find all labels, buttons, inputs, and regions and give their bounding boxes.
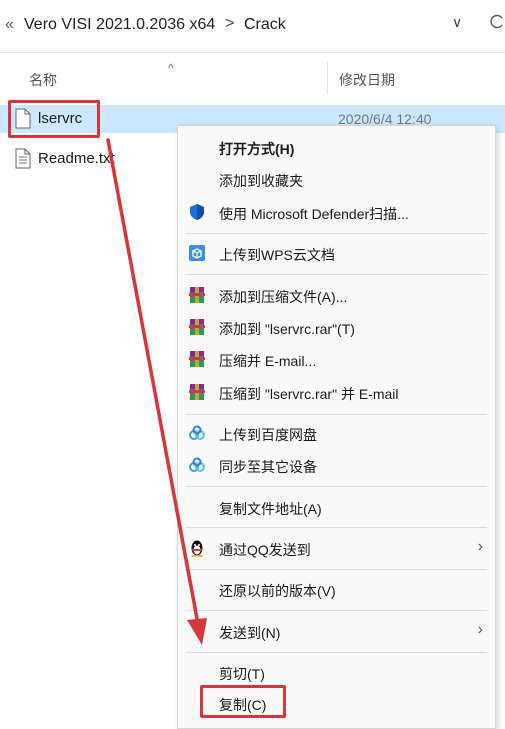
text-file-icon bbox=[15, 148, 31, 174]
refresh-icon[interactable] bbox=[490, 12, 504, 30]
winrar-icon bbox=[188, 318, 206, 336]
qq-penguin-icon bbox=[188, 539, 206, 557]
column-name-header[interactable]: 名称 bbox=[29, 70, 57, 90]
column-header: 名称 ^ 修改日期 bbox=[0, 60, 505, 94]
breadcrumb-overflow-button[interactable]: « bbox=[5, 16, 14, 34]
menu-item-compress-rar-email[interactable]: 压缩到 "lservrc.rar" 并 E-mail bbox=[178, 378, 495, 406]
menu-separator bbox=[186, 233, 487, 234]
menu-item-label: 打开方式(H) bbox=[219, 141, 295, 157]
menu-item-label: 添加到 "lservrc.rar"(T) bbox=[219, 321, 355, 337]
menu-item-label: 复制文件地址(A) bbox=[219, 501, 322, 517]
context-menu: 打开方式(H) 添加到收藏夹 使用 Microsoft Defender扫描..… bbox=[177, 125, 496, 729]
menu-item-label: 压缩并 E-mail... bbox=[219, 353, 317, 369]
menu-item-label: 同步至其它设备 bbox=[219, 459, 317, 475]
menu-item-label: 添加到压缩文件(A)... bbox=[219, 289, 348, 305]
menu-item-compress-email[interactable]: 压缩并 E-mail... bbox=[178, 345, 495, 373]
menu-item-label: 上传到百度网盘 bbox=[219, 427, 317, 443]
menu-item-send-via-qq[interactable]: 通过QQ发送到 › bbox=[178, 534, 495, 562]
menu-item-upload-baidu[interactable]: 上传到百度网盘 bbox=[178, 419, 495, 447]
menu-item-label: 通过QQ发送到 bbox=[219, 542, 311, 558]
submenu-arrow-icon: › bbox=[477, 621, 483, 638]
menu-item-label: 压缩到 "lservrc.rar" 并 E-mail bbox=[219, 386, 399, 402]
menu-item-label: 发送到(N) bbox=[219, 625, 281, 641]
baidu-netdisk-icon bbox=[188, 456, 206, 474]
address-history-dropdown-icon[interactable]: ∨ bbox=[452, 14, 462, 31]
wps-cloud-icon bbox=[188, 244, 206, 262]
address-bar: « Vero VISI 2021.0.2036 x64 > Crack ∨ bbox=[0, 0, 505, 53]
menu-item-label: 剪切(T) bbox=[219, 666, 265, 682]
menu-item-send-to[interactable]: 发送到(N) › bbox=[178, 617, 495, 645]
menu-item-copy-file-path[interactable]: 复制文件地址(A) bbox=[178, 493, 495, 521]
menu-item-upload-wps[interactable]: 上传到WPS云文档 bbox=[178, 239, 495, 267]
breadcrumb-crack[interactable]: Crack bbox=[244, 16, 286, 34]
file-name: Readme.txt bbox=[38, 150, 115, 167]
menu-item-label: 还原以前的版本(V) bbox=[219, 583, 336, 599]
menu-item-add-to-archive[interactable]: 添加到压缩文件(A)... bbox=[178, 281, 495, 309]
column-date-header[interactable]: 修改日期 bbox=[339, 70, 395, 90]
defender-shield-icon bbox=[188, 203, 206, 221]
baidu-netdisk-icon bbox=[188, 424, 206, 442]
menu-item-cut[interactable]: 剪切(T) bbox=[178, 658, 495, 686]
menu-separator bbox=[186, 486, 487, 487]
menu-item-label: 上传到WPS云文档 bbox=[219, 247, 335, 263]
submenu-arrow-icon: › bbox=[477, 538, 483, 555]
menu-separator bbox=[186, 414, 487, 415]
breadcrumb-vero-visi[interactable]: Vero VISI 2021.0.2036 x64 bbox=[24, 16, 215, 34]
sort-ascending-icon: ^ bbox=[168, 61, 174, 75]
menu-separator bbox=[186, 610, 487, 611]
annotation-highlight-copy bbox=[200, 685, 286, 718]
menu-item-label: 添加到收藏夹 bbox=[219, 173, 303, 189]
column-divider[interactable] bbox=[327, 62, 328, 94]
menu-separator bbox=[186, 569, 487, 570]
annotation-highlight-file bbox=[8, 100, 100, 138]
menu-item-restore-versions[interactable]: 还原以前的版本(V) bbox=[178, 575, 495, 603]
winrar-icon bbox=[188, 383, 206, 401]
breadcrumb-separator[interactable]: > bbox=[225, 15, 234, 33]
menu-separator bbox=[186, 274, 487, 275]
winrar-icon bbox=[188, 350, 206, 368]
winrar-icon bbox=[188, 286, 206, 304]
menu-item-label: 使用 Microsoft Defender扫描... bbox=[219, 206, 409, 222]
menu-item-sync-devices[interactable]: 同步至其它设备 bbox=[178, 451, 495, 479]
menu-item-open-with[interactable]: 打开方式(H) bbox=[178, 133, 495, 161]
menu-item-add-to-favorites[interactable]: 添加到收藏夹 bbox=[178, 165, 495, 193]
menu-item-defender-scan[interactable]: 使用 Microsoft Defender扫描... bbox=[178, 198, 495, 226]
menu-separator bbox=[186, 527, 487, 528]
menu-item-add-to-rar[interactable]: 添加到 "lservrc.rar"(T) bbox=[178, 313, 495, 341]
menu-separator bbox=[186, 652, 487, 653]
